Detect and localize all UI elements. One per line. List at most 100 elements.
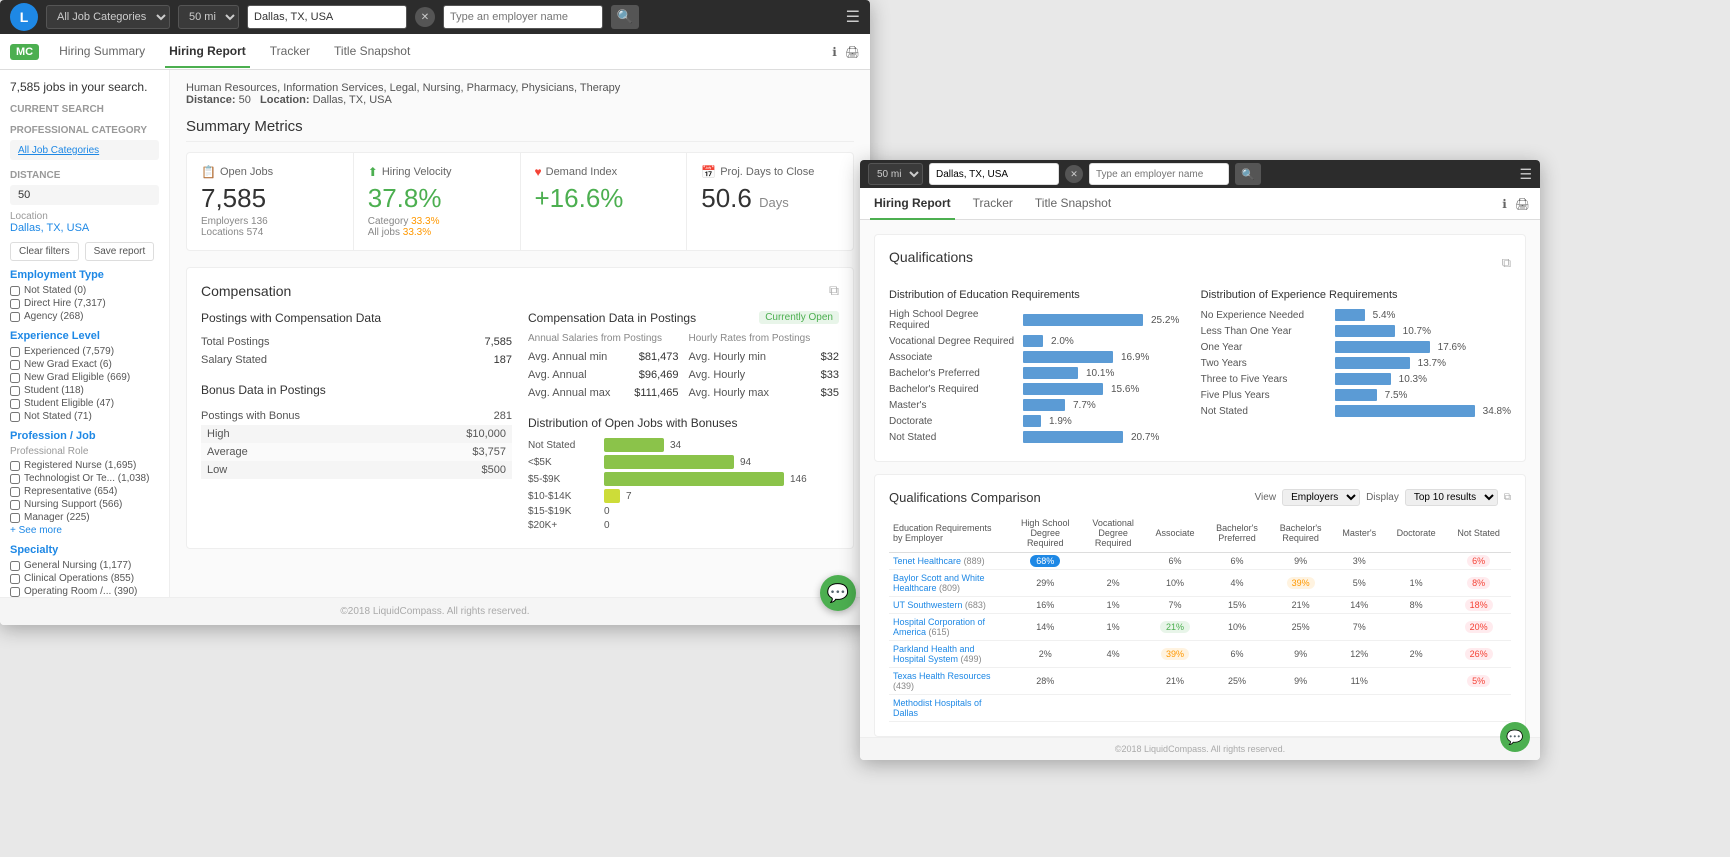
distance-select[interactable]: 50 mi (178, 5, 239, 29)
sec-menu-btn[interactable]: ☰ (1519, 166, 1532, 183)
info-icon[interactable]: ℹ (832, 45, 837, 59)
employment-item-0[interactable]: Not Stated (0) (10, 285, 159, 296)
sec-location-input[interactable] (929, 163, 1059, 185)
location-clear-btn[interactable]: ✕ (415, 7, 435, 27)
bonus-postings-header: Postings with Bonus 281 (201, 407, 512, 425)
annual-salaries-label: Annual Salaries from Postings (528, 333, 679, 344)
menu-button[interactable]: ☰ (846, 7, 860, 27)
employer-search-input[interactable] (443, 5, 603, 29)
view-select[interactable]: Employers (1282, 489, 1360, 506)
prof-check-2[interactable] (10, 487, 20, 497)
exp-bar-1 (1335, 325, 1395, 337)
sec-info-icon[interactable]: ℹ (1502, 197, 1507, 211)
table-row: Tenet Healthcare (889) 68% 6% 6% 9% 3% 6… (889, 553, 1511, 570)
distance-value: 50 (10, 185, 159, 205)
exp-check-4[interactable] (10, 399, 20, 409)
sec-tab-tracker[interactable]: Tracker (969, 188, 1017, 220)
tab-title-snapshot[interactable]: Title Snapshot (330, 36, 414, 68)
location-input[interactable] (247, 5, 407, 29)
spec-check-0[interactable] (10, 561, 20, 571)
sec-tab-hiring-report[interactable]: Hiring Report (870, 188, 955, 220)
qualifications-section: Qualifications ⧉ Distribution of Educati… (874, 234, 1526, 462)
table-row: Baylor Scott and White Healthcare (809) … (889, 570, 1511, 597)
avg-annual-max-row: Avg. Annual max $111,465 (528, 384, 679, 402)
employment-check-1[interactable] (10, 299, 20, 309)
spec-item-2[interactable]: Operating Room /... (390) (10, 586, 159, 597)
prof-item-1[interactable]: Technologist Or Te... (1,038) (10, 473, 159, 484)
exp-item-4[interactable]: Student Eligible (47) (10, 398, 159, 409)
app-logo: L (10, 3, 38, 31)
texas-ns-badge: 5% (1467, 675, 1490, 687)
category-select[interactable]: All Job Categories (46, 5, 170, 29)
prof-check-4[interactable] (10, 513, 20, 523)
exp-item-0[interactable]: Experienced (7,579) (10, 346, 159, 357)
spec-check-2[interactable] (10, 587, 20, 597)
demand-value: +16.6% (535, 183, 673, 214)
employment-check-2[interactable] (10, 312, 20, 322)
sec-location-clear[interactable]: ✕ (1065, 165, 1083, 183)
compare-copy-icon[interactable]: ⧉ (1504, 492, 1511, 503)
prof-item-0[interactable]: Registered Nurse (1,695) (10, 460, 159, 471)
jobs-count: 7,585 jobs in your search. (10, 80, 159, 94)
prof-check-0[interactable] (10, 461, 20, 471)
save-report-btn[interactable]: Save report (85, 242, 155, 261)
qual-compare-section: Qualifications Comparison View Employers… (874, 474, 1526, 737)
prof-item-2[interactable]: Representative (654) (10, 486, 159, 497)
prof-item-4[interactable]: Manager (225) (10, 512, 159, 523)
search-button[interactable]: 🔍 (611, 5, 639, 29)
see-more-profession[interactable]: + See more (10, 525, 159, 536)
location-value: Dallas, TX, USA (10, 222, 159, 234)
exp-item-3[interactable]: Student (118) (10, 385, 159, 396)
exp-item-2[interactable]: New Grad Eligible (669) (10, 372, 159, 383)
edu-row-6: Doctorate 1.9% (889, 415, 1181, 427)
chat-bubble[interactable]: 💬 (820, 575, 856, 611)
sec-chat-bubble[interactable]: 💬 (1500, 722, 1530, 752)
hourly-rates-label: Hourly Rates from Postings (689, 333, 840, 344)
sec-search-btn[interactable]: 🔍 (1235, 163, 1261, 185)
tab-tracker[interactable]: Tracker (266, 36, 314, 68)
exp-check-0[interactable] (10, 347, 20, 357)
exp-item-5[interactable]: Not Stated (71) (10, 411, 159, 422)
sec-distance-select[interactable]: 50 mi (868, 163, 923, 185)
employment-check-0[interactable] (10, 286, 20, 296)
prof-item-3[interactable]: Nursing Support (566) (10, 499, 159, 510)
edu-bar-4 (1023, 383, 1103, 395)
spec-item-0[interactable]: General Nursing (1,177) (10, 560, 159, 571)
exp-row-6: Not Stated 34.8% (1201, 405, 1511, 417)
employment-item-2[interactable]: Agency (268) (10, 311, 159, 322)
tab-hiring-summary[interactable]: Hiring Summary (55, 36, 149, 68)
prof-check-1[interactable] (10, 474, 20, 484)
copy-icon[interactable]: ⧉ (829, 282, 839, 299)
annual-salaries: Annual Salaries from Postings Avg. Annua… (528, 333, 679, 402)
exp-check-1[interactable] (10, 360, 20, 370)
qual-compare-table: Education Requirementsby Employer High S… (889, 514, 1511, 722)
tab-hiring-report[interactable]: Hiring Report (165, 36, 250, 68)
bonus-section: Bonus Data in Postings Postings with Bon… (201, 383, 512, 479)
prof-category-link[interactable]: All Job Categories (18, 145, 99, 156)
exp-check-3[interactable] (10, 386, 20, 396)
dist-bar-3 (604, 489, 620, 503)
employment-item-1[interactable]: Direct Hire (7,317) (10, 298, 159, 309)
mc-badge[interactable]: MC (10, 44, 39, 60)
exp-item-1[interactable]: New Grad Exact (6) (10, 359, 159, 370)
exp-check-2[interactable] (10, 373, 20, 383)
sec-employer-input[interactable] (1089, 163, 1229, 185)
sec-print-icon[interactable]: 🖨 (1515, 197, 1530, 211)
prof-category-value: All Job Categories (10, 140, 159, 160)
spec-item-1[interactable]: Clinical Operations (855) (10, 573, 159, 584)
dist-bar-2 (604, 472, 784, 486)
print-icon[interactable]: 🖨 (845, 45, 860, 59)
table-row: Texas Health Resources (439) 28% 21% 25%… (889, 668, 1511, 695)
display-select[interactable]: Top 10 results (1405, 489, 1498, 506)
exp-check-5[interactable] (10, 412, 20, 422)
qual-grid: Distribution of Education Requirements H… (889, 289, 1511, 447)
table-row: Methodist Hospitals of Dallas (889, 695, 1511, 722)
qual-copy-icon[interactable]: ⧉ (1502, 255, 1511, 271)
clear-filters-btn[interactable]: Clear filters (10, 242, 79, 261)
sec-tab-title-snapshot[interactable]: Title Snapshot (1031, 188, 1115, 220)
location-section: Location Dallas, TX, USA (10, 211, 159, 234)
spec-check-1[interactable] (10, 574, 20, 584)
velocity-sub: Category 33.3% All jobs 33.3% (368, 216, 506, 238)
prof-check-3[interactable] (10, 500, 20, 510)
employer-hca: Hospital Corporation of America (615) (889, 614, 1009, 641)
